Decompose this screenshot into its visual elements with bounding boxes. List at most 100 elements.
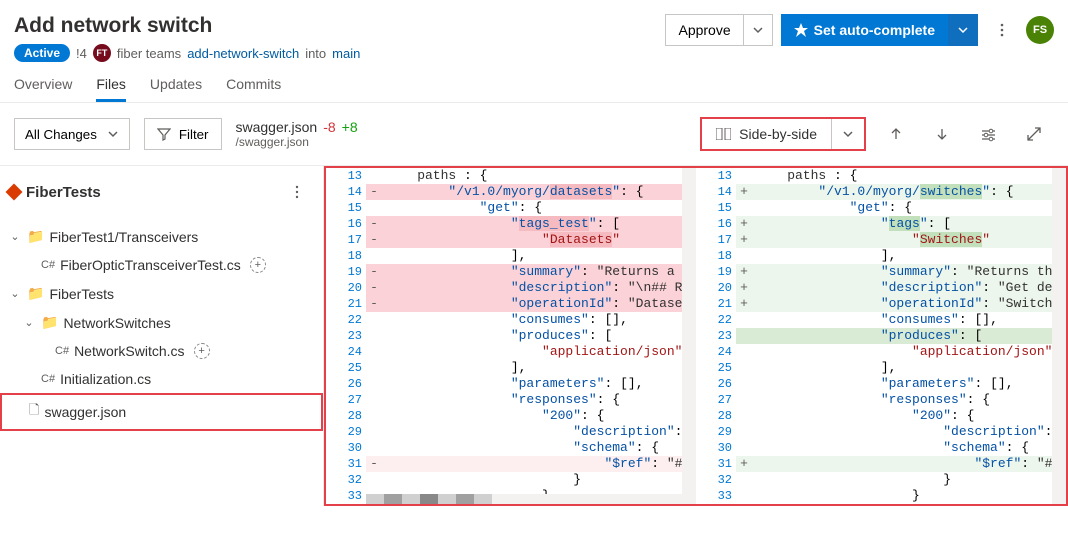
diff-line[interactable]: 19+ "summary": "Returns the select	[696, 264, 1066, 280]
diff-line[interactable]: 18 ],	[326, 248, 696, 264]
code-content: "produces": [	[382, 328, 696, 344]
tree-item[interactable]: ⌄📁FiberTest1/Transceivers	[0, 222, 323, 251]
code-content: "produces": [	[752, 328, 1066, 344]
additions-count: +8	[342, 119, 358, 135]
diff-line[interactable]: 22 "consumes": [],	[326, 312, 696, 328]
scrollbar[interactable]	[1052, 168, 1066, 504]
diff-line[interactable]: 29 "description": "OK",	[326, 424, 696, 440]
diff-line[interactable]: 19- "summary": "Returns a list of	[326, 264, 696, 280]
diff-line[interactable]: 26 "parameters": [],	[696, 376, 1066, 392]
line-number: 29	[326, 424, 366, 440]
diff-line[interactable]: 17- "Datasets"	[326, 232, 696, 248]
diff-line[interactable]: 16- "tags_test": [	[326, 216, 696, 232]
approve-button[interactable]: Approve	[665, 14, 742, 46]
diff-line[interactable]: 21- "operationId": "Datasets_GetDa	[326, 296, 696, 312]
diff-left-pane[interactable]: 13 paths : {14- "/v1.0/myorg/datasets": …	[326, 168, 696, 504]
autocomplete-icon	[794, 23, 808, 37]
scrollbar[interactable]	[682, 168, 696, 504]
header-actions: Approve Set auto-complete FS	[665, 14, 1054, 46]
more-actions-button[interactable]	[986, 14, 1018, 46]
tree-item-label: swagger.json	[44, 404, 126, 420]
diff-line[interactable]: 20+ "description": "Get detailed s	[696, 280, 1066, 296]
diff-line[interactable]: 14- "/v1.0/myorg/datasets": {	[326, 184, 696, 200]
source-branch-link[interactable]: add-network-switch	[187, 46, 299, 61]
tree-item[interactable]: ⌄📁NetworkSwitches	[0, 308, 323, 337]
diff-line[interactable]: 32 }	[326, 472, 696, 488]
next-diff-button[interactable]	[926, 118, 958, 150]
view-mode-dropdown[interactable]: Side-by-side	[700, 117, 866, 151]
diff-line[interactable]: 25 ],	[326, 360, 696, 376]
autocomplete-dropdown[interactable]	[948, 14, 978, 46]
diff-line[interactable]: 27 "responses": {	[696, 392, 1066, 408]
code-content: "consumes": [],	[382, 312, 696, 328]
diff-line[interactable]: 15 "get": {	[326, 200, 696, 216]
tree-item-label: NetworkSwitch.cs	[74, 343, 184, 359]
diff-line[interactable]: 24 "application/json"	[696, 344, 1066, 360]
approve-dropdown[interactable]	[743, 14, 773, 46]
diff-line[interactable]: 28 "200": {	[696, 408, 1066, 424]
line-number: 32	[696, 472, 736, 488]
diff-line[interactable]: 25 ],	[696, 360, 1066, 376]
settings-icon	[981, 127, 996, 142]
tab-files[interactable]: Files	[96, 76, 126, 102]
toolbar: All Changes Filter swagger.json -8 +8 /s…	[0, 103, 1068, 166]
diff-marker	[366, 344, 382, 360]
add-file-button[interactable]: +	[250, 257, 266, 273]
add-file-button[interactable]: +	[194, 343, 210, 359]
diff-marker	[736, 312, 752, 328]
tree-item[interactable]: C#NetworkSwitch.cs+	[0, 337, 323, 365]
diff-marker: -	[366, 184, 382, 200]
changes-dropdown[interactable]: All Changes	[14, 118, 130, 150]
fullscreen-button[interactable]	[1018, 118, 1050, 150]
tab-overview[interactable]: Overview	[14, 76, 72, 102]
diff-line[interactable]: 20- "description": "\n## Required	[326, 280, 696, 296]
diff-line[interactable]: 26 "parameters": [],	[326, 376, 696, 392]
diff-marker	[736, 472, 752, 488]
tree-item[interactable]: C#FiberOpticTransceiverTest.cs+	[0, 251, 323, 279]
diff-line[interactable]: 13 paths : {	[326, 168, 696, 184]
diff-line[interactable]: 18 ],	[696, 248, 1066, 264]
user-avatar[interactable]: FS	[1026, 16, 1054, 44]
diff-line[interactable]: 30 "schema": {	[696, 440, 1066, 456]
diff-line[interactable]: 14+ "/v1.0/myorg/switches": {	[696, 184, 1066, 200]
line-number: 18	[326, 248, 366, 264]
folder-icon: 📁	[27, 285, 44, 302]
set-autocomplete-button[interactable]: Set auto-complete	[781, 14, 948, 46]
diff-line[interactable]: 27 "responses": {	[326, 392, 696, 408]
diff-line[interactable]: 30 "schema": {	[326, 440, 696, 456]
tab-updates[interactable]: Updates	[150, 76, 202, 102]
prev-diff-button[interactable]	[880, 118, 912, 150]
diff-line[interactable]: 33 }	[696, 488, 1066, 504]
diff-line[interactable]: 24 "application/json"	[326, 344, 696, 360]
chevron-down-icon	[107, 128, 119, 140]
diff-line[interactable]: 32 }	[696, 472, 1066, 488]
code-content: "description": "OK",	[382, 424, 696, 440]
diff-line[interactable]: 29 "description": "OK",	[696, 424, 1066, 440]
settings-button[interactable]	[972, 118, 1004, 150]
line-number: 17	[326, 232, 366, 248]
diff-line[interactable]: 23 "produces": [	[696, 328, 1066, 344]
tree-item[interactable]: C#Initialization.cs	[0, 365, 323, 393]
sidebar-more-button[interactable]	[281, 176, 313, 208]
filter-button[interactable]: Filter	[144, 118, 222, 150]
diff-marker	[366, 168, 382, 184]
tab-commits[interactable]: Commits	[226, 76, 281, 102]
diff-line[interactable]: 31+ "$ref": "#/definit	[696, 456, 1066, 472]
diff-right-pane[interactable]: 13 paths : {14+ "/v1.0/myorg/switches": …	[696, 168, 1066, 504]
diff-line[interactable]: 17+ "Switches"	[696, 232, 1066, 248]
tree-item[interactable]: 🗋swagger.json	[0, 393, 323, 431]
diff-line[interactable]: 21+ "operationId": "Switches_GetSw	[696, 296, 1066, 312]
diff-line[interactable]: 22 "consumes": [],	[696, 312, 1066, 328]
target-branch-link[interactable]: main	[332, 46, 360, 61]
sidebar-root[interactable]: FiberTests	[8, 184, 101, 201]
diff-line[interactable]: 15 "get": {	[696, 200, 1066, 216]
main: FiberTests ⌄📁FiberTest1/TransceiversC#Fi…	[0, 166, 1068, 506]
line-number: 14	[326, 184, 366, 200]
tree-item[interactable]: ⌄📁FiberTests	[0, 279, 323, 308]
diff-line[interactable]: 23 "produces": [	[326, 328, 696, 344]
diff-line[interactable]: 31- "$ref": "#/definit	[326, 456, 696, 472]
diff-line[interactable]: 28 "200": {	[326, 408, 696, 424]
diff-line[interactable]: 13 paths : {	[696, 168, 1066, 184]
diff-line[interactable]: 16+ "tags": [	[696, 216, 1066, 232]
diff-marker	[736, 360, 752, 376]
